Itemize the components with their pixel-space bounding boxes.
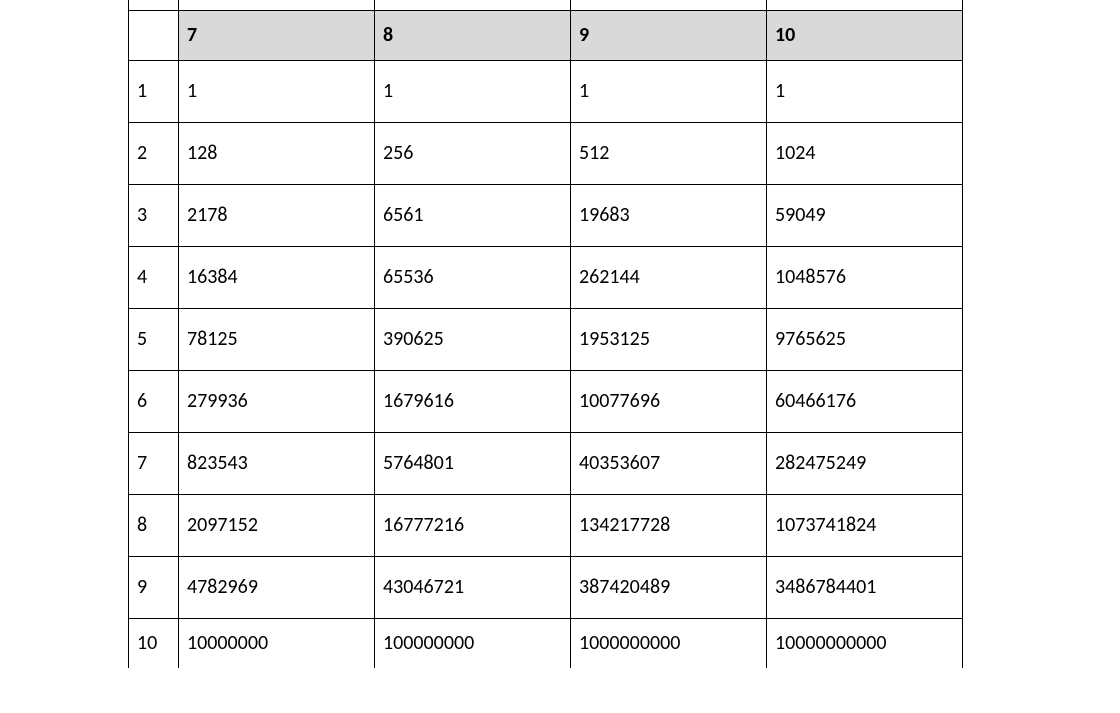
table-row: 1 1 1 1 1 xyxy=(129,60,963,122)
row-label: 3 xyxy=(129,184,179,246)
table-row: 6 279936 1679616 10077696 60466176 xyxy=(129,370,963,432)
table-cell: 1024 xyxy=(767,122,963,184)
table-cell: 262144 xyxy=(571,246,767,308)
row-label: 7 xyxy=(129,432,179,494)
column-header: 9 xyxy=(571,10,767,60)
table-cell: 279936 xyxy=(179,370,375,432)
table-cell: 1679616 xyxy=(375,370,571,432)
row-label: 5 xyxy=(129,308,179,370)
table-cell: 512 xyxy=(571,122,767,184)
table-row: 7 823543 5764801 40353607 282475249 xyxy=(129,432,963,494)
table-cell: 9765625 xyxy=(767,308,963,370)
row-label: 8 xyxy=(129,494,179,556)
table-cell: 1000000000 xyxy=(571,618,767,668)
table-cell: 1 xyxy=(375,60,571,122)
table-row: 10 10000000 100000000 1000000000 1000000… xyxy=(129,618,963,668)
table-cell: 134217728 xyxy=(571,494,767,556)
table-cell: 1 xyxy=(179,60,375,122)
table-cell: 4782969 xyxy=(179,556,375,618)
table-cell: 3486784401 xyxy=(767,556,963,618)
table-cell: 823543 xyxy=(179,432,375,494)
row-label: 1 xyxy=(129,60,179,122)
table-cell: 1073741824 xyxy=(767,494,963,556)
table-cell: 10000000 xyxy=(179,618,375,668)
row-label: 4 xyxy=(129,246,179,308)
table-cell: 256 xyxy=(375,122,571,184)
table-cell: 100000000 xyxy=(375,618,571,668)
table-header-row: 7 8 9 10 xyxy=(129,10,963,60)
table-row: 9 4782969 43046721 387420489 3486784401 xyxy=(129,556,963,618)
table-cell: 128 xyxy=(179,122,375,184)
table-cell: 390625 xyxy=(375,308,571,370)
table-cell: 10000000000 xyxy=(767,618,963,668)
table-container: 7 8 9 10 1 1 1 1 1 2 128 256 512 1024 3 … xyxy=(0,0,1120,668)
table-cell: 2178 xyxy=(179,184,375,246)
table-row: 8 2097152 16777216 134217728 1073741824 xyxy=(129,494,963,556)
table-row: 3 2178 6561 19683 59049 xyxy=(129,184,963,246)
table-cell: 65536 xyxy=(375,246,571,308)
table-cell: 43046721 xyxy=(375,556,571,618)
table-cell: 19683 xyxy=(571,184,767,246)
column-header: 10 xyxy=(767,10,963,60)
column-header: 7 xyxy=(179,10,375,60)
table-top-sliver xyxy=(129,0,963,10)
table-cell: 60466176 xyxy=(767,370,963,432)
row-label: 2 xyxy=(129,122,179,184)
table-cell: 2097152 xyxy=(179,494,375,556)
table-cell: 16777216 xyxy=(375,494,571,556)
table-cell: 10077696 xyxy=(571,370,767,432)
table-cell: 78125 xyxy=(179,308,375,370)
table-cell: 1 xyxy=(571,60,767,122)
table-cell: 59049 xyxy=(767,184,963,246)
table-row: 2 128 256 512 1024 xyxy=(129,122,963,184)
row-label: 6 xyxy=(129,370,179,432)
table-cell: 6561 xyxy=(375,184,571,246)
table-corner-cell xyxy=(129,10,179,60)
table-row: 4 16384 65536 262144 1048576 xyxy=(129,246,963,308)
table-cell: 40353607 xyxy=(571,432,767,494)
table-cell: 5764801 xyxy=(375,432,571,494)
table-cell: 387420489 xyxy=(571,556,767,618)
table-row: 5 78125 390625 1953125 9765625 xyxy=(129,308,963,370)
row-label: 9 xyxy=(129,556,179,618)
table-cell: 1953125 xyxy=(571,308,767,370)
row-label: 10 xyxy=(129,618,179,668)
table-cell: 1048576 xyxy=(767,246,963,308)
column-header: 8 xyxy=(375,10,571,60)
table-cell: 1 xyxy=(767,60,963,122)
powers-table: 7 8 9 10 1 1 1 1 1 2 128 256 512 1024 3 … xyxy=(128,0,963,668)
table-cell: 16384 xyxy=(179,246,375,308)
table-cell: 282475249 xyxy=(767,432,963,494)
